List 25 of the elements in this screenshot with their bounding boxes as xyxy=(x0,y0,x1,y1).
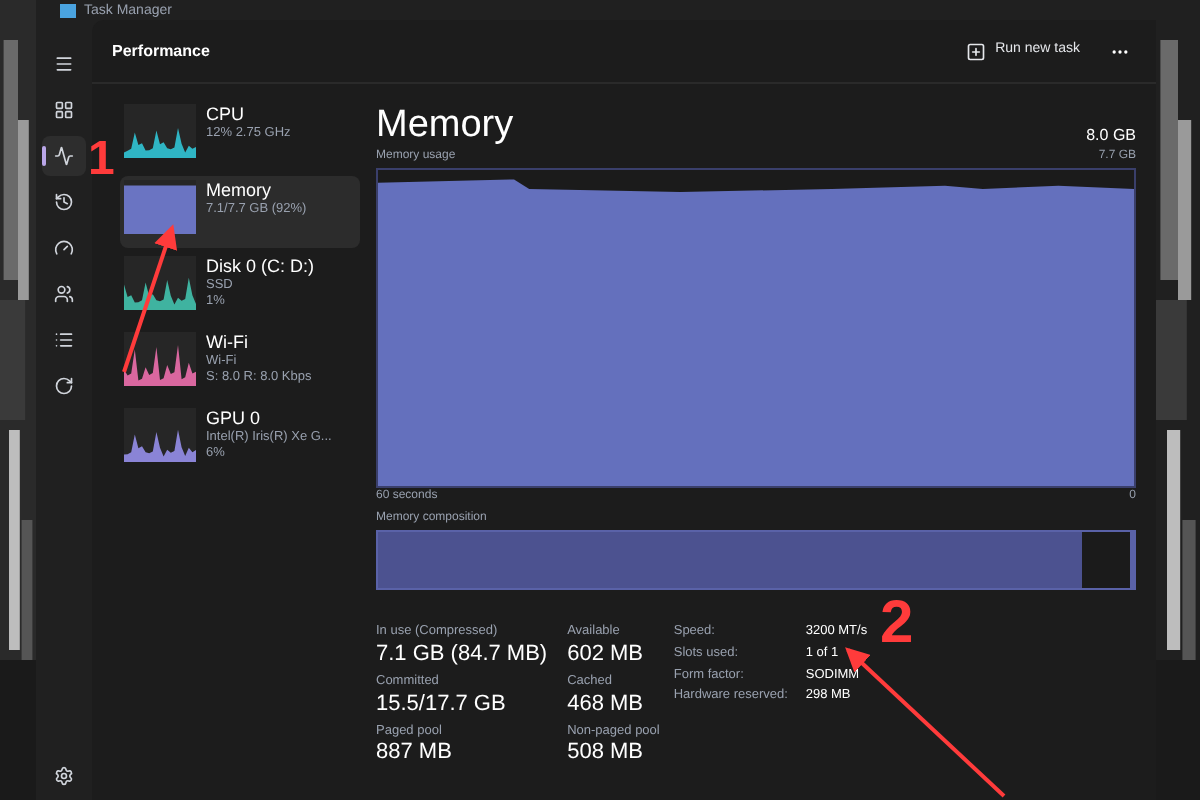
stat-value: 602 MB xyxy=(567,641,646,668)
annotation-number: 2 xyxy=(880,594,914,654)
app-icon xyxy=(60,3,76,17)
menu-icon xyxy=(54,54,74,74)
device-name: Disk 0 (C: D:) xyxy=(206,256,314,278)
annotation-number: 1 xyxy=(88,136,115,184)
device-name: GPU 0 xyxy=(206,408,263,430)
selection-indicator xyxy=(42,146,46,166)
total-memory: 8.0 GB xyxy=(1086,124,1136,148)
device-name: Memory xyxy=(206,180,274,202)
stat-value: 508 MB xyxy=(567,740,646,767)
stat-value: 7.1 GB (84.7 MB) xyxy=(376,641,548,668)
device-name: CPU xyxy=(206,104,247,126)
performance-nav-button[interactable] xyxy=(42,136,86,176)
settings-icon xyxy=(54,766,74,786)
history-icon xyxy=(54,192,74,212)
users-icon xyxy=(54,284,74,304)
run-task-icon xyxy=(965,41,986,61)
stat-value: 15.5/17.7 GB xyxy=(376,691,508,717)
device-name: Wi-Fi xyxy=(206,332,250,354)
stat-value: 887 MB xyxy=(376,740,454,767)
memory-title: Memory xyxy=(376,104,514,148)
stat-value: 468 MB xyxy=(567,691,646,717)
details-icon xyxy=(54,330,74,350)
page-title: Performance xyxy=(112,39,210,63)
